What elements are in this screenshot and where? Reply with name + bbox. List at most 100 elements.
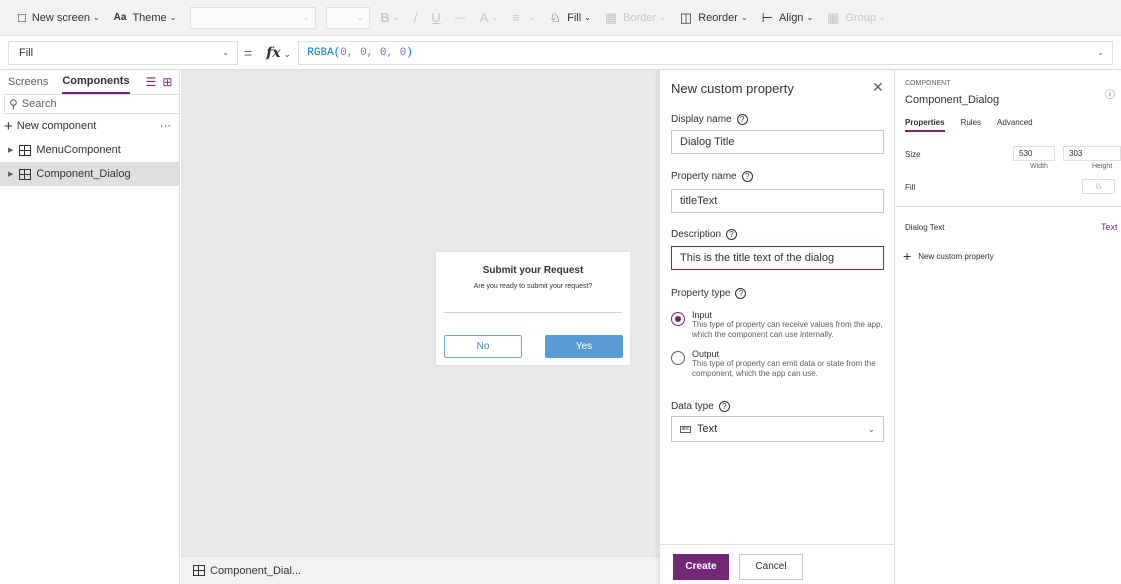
dialog-yes-button[interactable]: Yes	[545, 335, 623, 358]
border-button[interactable]: ▦ Border ⌄	[605, 10, 666, 26]
italic-button[interactable]: /	[413, 10, 417, 26]
create-button[interactable]: Create	[673, 554, 729, 580]
font-size-dropdown[interactable]: ⌄	[326, 6, 371, 29]
display-name-label: Display name?	[671, 114, 748, 125]
tree-item-menucomponent[interactable]: ▶ MenuComponent	[0, 138, 179, 162]
font-family-dropdown[interactable]: ⌄	[190, 6, 317, 29]
new-screen-button[interactable]: □ New screen ⌄	[18, 10, 100, 25]
property-dropdown[interactable]: Fill ⌄	[8, 40, 238, 65]
fx-button[interactable]: fx ⌄	[266, 45, 290, 61]
width-field[interactable]: 530	[1013, 146, 1055, 161]
cancel-button[interactable]: Cancel	[739, 554, 803, 580]
formula-args: 0, 0, 0, 0	[340, 46, 407, 59]
property-name-field[interactable]: titleText	[671, 189, 884, 213]
align-icon: ⊢	[761, 9, 773, 25]
property-type-label-text: Property type	[671, 288, 731, 299]
reorder-button[interactable]: ◫ Reorder ⌄	[680, 10, 748, 26]
view-toggle-icons[interactable]: ☰⊞	[146, 75, 179, 89]
radio-output-description: This type of property can emit data or s…	[692, 359, 876, 378]
chevron-down-icon: ⌄	[659, 13, 666, 22]
description-field[interactable]: This is the title text of the dialog	[671, 246, 884, 270]
text-type-icon: abc	[680, 425, 691, 433]
radio-input-label: Input	[692, 310, 713, 320]
tree-item-label: MenuComponent	[36, 144, 121, 156]
data-type-dropdown[interactable]: abc Text ⌄	[671, 416, 884, 442]
property-dropdown-value: Fill	[19, 46, 34, 59]
fill-color-picker[interactable]: ♘	[1082, 179, 1115, 194]
component-icon	[19, 168, 32, 180]
canvas[interactable]: Submit your Request Are you ready to sub…	[181, 70, 659, 584]
help-icon[interactable]: ?	[736, 114, 748, 125]
tree-item-component-dialog[interactable]: ▶ Component_Dialog	[0, 162, 179, 186]
font-color-button[interactable]: A ⌄	[480, 10, 498, 25]
underline-label: U	[431, 10, 441, 25]
screen-icon: □	[18, 10, 26, 25]
new-component-button[interactable]: + New component ···	[0, 114, 179, 138]
help-icon[interactable]: ?	[735, 288, 747, 299]
data-type-label-text: Data type	[671, 401, 714, 412]
reorder-icon: ◫	[679, 9, 693, 25]
current-component-label[interactable]: Component_Dial...	[210, 565, 301, 577]
group-button[interactable]: ▦ Group ⌄	[827, 10, 886, 26]
formula-input[interactable]: RGBA(0, 0, 0, 0) ⌄	[298, 40, 1113, 65]
tab-rules[interactable]: Rules	[961, 118, 981, 132]
height-field[interactable]: 303	[1063, 146, 1121, 161]
radio-output[interactable]: Output This type of property can emit da…	[671, 349, 886, 379]
formula-text: RGBA(0, 0, 0, 0)	[307, 47, 413, 59]
equals-sign: =	[244, 44, 253, 61]
formula-close: )	[406, 46, 413, 59]
align-button[interactable]: ⊢ Align ⌄	[762, 10, 814, 26]
radio-input[interactable]: Input This type of property can receive …	[671, 310, 886, 340]
chevron-down-icon: ⌄	[879, 13, 886, 22]
italic-label: /	[413, 9, 418, 26]
new-component-label: New component	[16, 120, 97, 132]
group-label: Group	[845, 11, 877, 24]
tab-screens[interactable]: Screens	[8, 70, 48, 94]
radio-input-description: This type of property can receive values…	[692, 320, 883, 339]
paint-bucket-icon: ♘	[549, 9, 562, 25]
chevron-down-icon: ⌄	[169, 13, 177, 22]
new-screen-label: New screen	[31, 11, 90, 24]
fill-button[interactable]: ♘ Fill ⌄	[549, 10, 590, 26]
close-icon[interactable]: ✕	[872, 79, 884, 96]
help-icon[interactable]: ?	[718, 401, 730, 412]
tab-advanced[interactable]: Advanced	[997, 118, 1033, 132]
bold-button[interactable]: B ⌄	[380, 10, 399, 25]
radio-button-selected[interactable]	[671, 312, 685, 326]
help-icon[interactable]: ?	[726, 229, 738, 240]
chevron-down-icon: ⌄	[92, 13, 100, 22]
search-icon: ⚲	[9, 97, 18, 111]
chevron-down-icon: ⌄	[528, 13, 536, 22]
border-label: Border	[623, 11, 657, 24]
display-name-field[interactable]: Dialog Title	[671, 130, 884, 154]
help-icon[interactable]: ⓘ	[1105, 86, 1115, 101]
command-bar: □ New screen ⌄ A​a Theme ⌄ ⌄ ⌄ B ⌄ / U — …	[0, 0, 1121, 36]
component-icon	[193, 565, 205, 576]
tab-properties[interactable]: Properties	[905, 118, 945, 132]
new-custom-property-button[interactable]: + New custom property	[903, 248, 994, 264]
description-label-text: Description	[671, 229, 722, 240]
expand-formula-icon[interactable]: ⌄	[1097, 48, 1104, 57]
data-type-value: Text	[697, 423, 718, 435]
custom-property-type: Text	[1101, 222, 1118, 232]
radio-button[interactable]	[671, 351, 685, 365]
more-options-icon[interactable]: ···	[160, 120, 171, 132]
tree-view-panel: Screens Components ☰⊞ ⚲ Search + New com…	[0, 70, 180, 584]
underline-button[interactable]: U	[431, 10, 440, 25]
text-align-button[interactable]: ≡ ⌄	[512, 10, 535, 25]
expand-arrow-icon[interactable]: ▶	[8, 146, 13, 154]
strikethrough-button[interactable]: —	[455, 12, 466, 24]
expand-arrow-icon[interactable]: ▶	[8, 170, 13, 178]
theme-button[interactable]: A​a Theme ⌄	[114, 12, 177, 24]
tab-components[interactable]: Components	[62, 70, 130, 94]
dialog-component-preview[interactable]: Submit your Request Are you ready to sub…	[436, 252, 630, 365]
custom-property-name[interactable]: Dialog Text	[905, 223, 944, 232]
help-icon[interactable]: ?	[741, 171, 753, 182]
data-type-value-wrap: abc Text	[680, 423, 717, 435]
search-box[interactable]: ⚲ Search	[4, 94, 180, 114]
dialog-no-button[interactable]: No	[444, 335, 522, 358]
dialog-divider	[444, 312, 622, 313]
font-color-label: A	[479, 10, 489, 25]
chevron-down-icon: ⌄	[491, 13, 499, 22]
border-icon: ▦	[604, 9, 618, 25]
